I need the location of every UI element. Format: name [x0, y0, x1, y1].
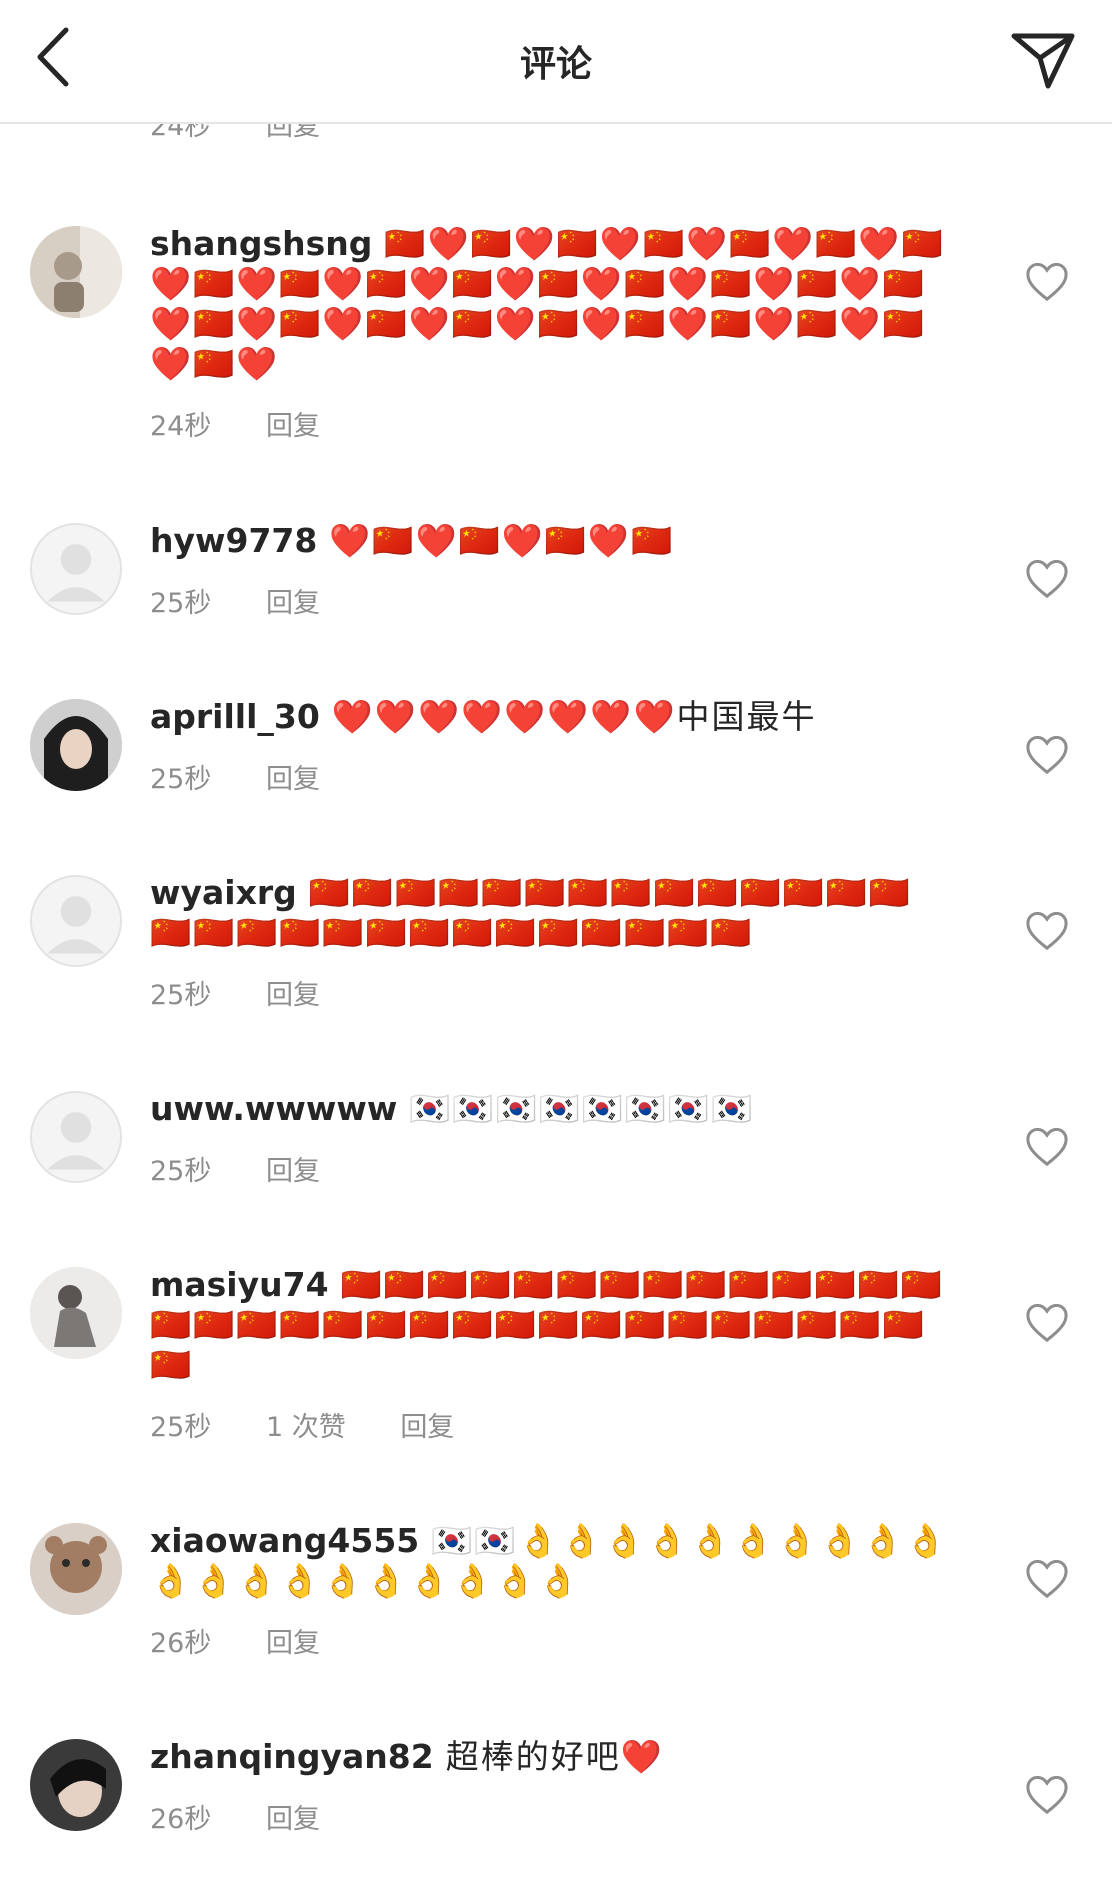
comment-text: xiaowang4555 🇰🇷🇰🇷👌👌👌👌👌👌👌👌👌👌👌👌👌👌👌👌👌👌👌👌	[150, 1521, 950, 1601]
reply-button[interactable]: 回复	[266, 581, 320, 620]
comment-text: shangshsng 🇨🇳❤️🇨🇳❤️🇨🇳❤️🇨🇳❤️🇨🇳❤️🇨🇳❤️🇨🇳❤️🇨🇳…	[150, 224, 950, 384]
comment-text: masiyu74 🇨🇳🇨🇳🇨🇳🇨🇳🇨🇳🇨🇳🇨🇳🇨🇳🇨🇳🇨🇳🇨🇳🇨🇳🇨🇳🇨🇳🇨🇳🇨🇳…	[150, 1265, 950, 1385]
comment-time: 26秒	[150, 1804, 212, 1835]
reply-button[interactable]: 回复	[266, 1149, 320, 1188]
comment-meta: 25秒 回复	[150, 973, 950, 1011]
heart-icon[interactable]	[1024, 733, 1070, 775]
avatar[interactable]	[30, 699, 122, 791]
heart-icon[interactable]	[1024, 909, 1070, 951]
paper-plane-icon[interactable]	[1008, 28, 1078, 92]
comment-meta: 25秒 回复	[150, 757, 950, 795]
comment-list[interactable]: 24秒 回复 shangshsng 🇨🇳❤️🇨🇳❤️🇨🇳❤️🇨🇳❤️🇨🇳❤️🇨🇳❤…	[0, 0, 1112, 1881]
comment-username[interactable]: wyaixrg	[150, 873, 297, 912]
comment-message: 🇰🇷🇰🇷🇰🇷🇰🇷🇰🇷🇰🇷🇰🇷🇰🇷	[409, 1089, 755, 1128]
comment-time: 25秒	[150, 1156, 212, 1187]
comment-time: 25秒	[150, 1412, 212, 1443]
comment-text: wyaixrg 🇨🇳🇨🇳🇨🇳🇨🇳🇨🇳🇨🇳🇨🇳🇨🇳🇨🇳🇨🇳🇨🇳🇨🇳🇨🇳🇨🇳🇨🇳🇨🇳🇨…	[150, 873, 950, 953]
comment-time: 25秒	[150, 980, 212, 1011]
comment-meta: 25秒 回复	[150, 1149, 950, 1187]
comment-text: uww.wwwww 🇰🇷🇰🇷🇰🇷🇰🇷🇰🇷🇰🇷🇰🇷🇰🇷	[150, 1089, 950, 1129]
like-count[interactable]: 1 次赞	[266, 1405, 346, 1444]
reply-button[interactable]: 回复	[266, 1621, 320, 1660]
heart-icon[interactable]	[1024, 557, 1070, 599]
comment-time: 25秒	[150, 764, 212, 795]
reply-button[interactable]: 回复	[266, 1797, 320, 1836]
comment-text: aprilll_30 ❤️❤️❤️❤️❤️❤️❤️❤️中国最牛	[150, 697, 950, 737]
comment-time: 26秒	[150, 1628, 212, 1659]
comment-time: 24秒	[150, 411, 212, 442]
comment-time: 25秒	[150, 588, 212, 619]
comment-username[interactable]: zhanqingyan82	[150, 1737, 434, 1776]
comment-meta: 25秒 1 次赞 回复	[150, 1405, 950, 1443]
avatar[interactable]	[30, 523, 122, 615]
reply-button[interactable]: 回复	[266, 973, 320, 1012]
comment-username[interactable]: xiaowang4555	[150, 1521, 419, 1560]
comment-meta: 26秒 回复	[150, 1621, 950, 1659]
heart-icon[interactable]	[1024, 1557, 1070, 1599]
comment-message: ❤️🇨🇳❤️🇨🇳❤️🇨🇳❤️🇨🇳	[329, 521, 675, 560]
avatar[interactable]	[30, 1091, 122, 1183]
comment-message: ❤️❤️❤️❤️❤️❤️❤️❤️中国最牛	[331, 697, 817, 736]
avatar[interactable]	[30, 226, 122, 318]
comment-username[interactable]: hyw9778	[150, 521, 317, 560]
avatar[interactable]	[30, 1523, 122, 1615]
avatar[interactable]	[30, 1267, 122, 1359]
comment-text: zhanqingyan82 超棒的好吧❤️	[150, 1737, 950, 1777]
comment-text: hyw9778 ❤️🇨🇳❤️🇨🇳❤️🇨🇳❤️🇨🇳	[150, 521, 950, 561]
header-bar: 评论	[0, 0, 1112, 124]
heart-icon[interactable]	[1024, 1773, 1070, 1815]
page-title: 评论	[519, 44, 592, 85]
comment-meta: 24秒 回复	[150, 404, 950, 442]
comment-username[interactable]: masiyu74	[150, 1265, 329, 1304]
avatar[interactable]	[30, 1739, 122, 1831]
heart-icon[interactable]	[1024, 260, 1070, 302]
heart-icon[interactable]	[1024, 1301, 1070, 1343]
comment-username[interactable]: uww.wwwww	[150, 1089, 397, 1128]
comment-meta: 26秒 回复	[150, 1797, 950, 1835]
avatar[interactable]	[30, 875, 122, 967]
comment-message: 超棒的好吧❤️	[445, 1737, 664, 1776]
comment-meta: 25秒 回复	[150, 581, 950, 619]
reply-button[interactable]: 回复	[266, 757, 320, 796]
comment-username[interactable]: aprilll_30	[150, 697, 320, 736]
comment-username[interactable]: shangshsng	[150, 224, 372, 263]
reply-button[interactable]: 回复	[400, 1405, 454, 1444]
reply-button[interactable]: 回复	[266, 404, 320, 443]
heart-icon[interactable]	[1024, 1125, 1070, 1167]
